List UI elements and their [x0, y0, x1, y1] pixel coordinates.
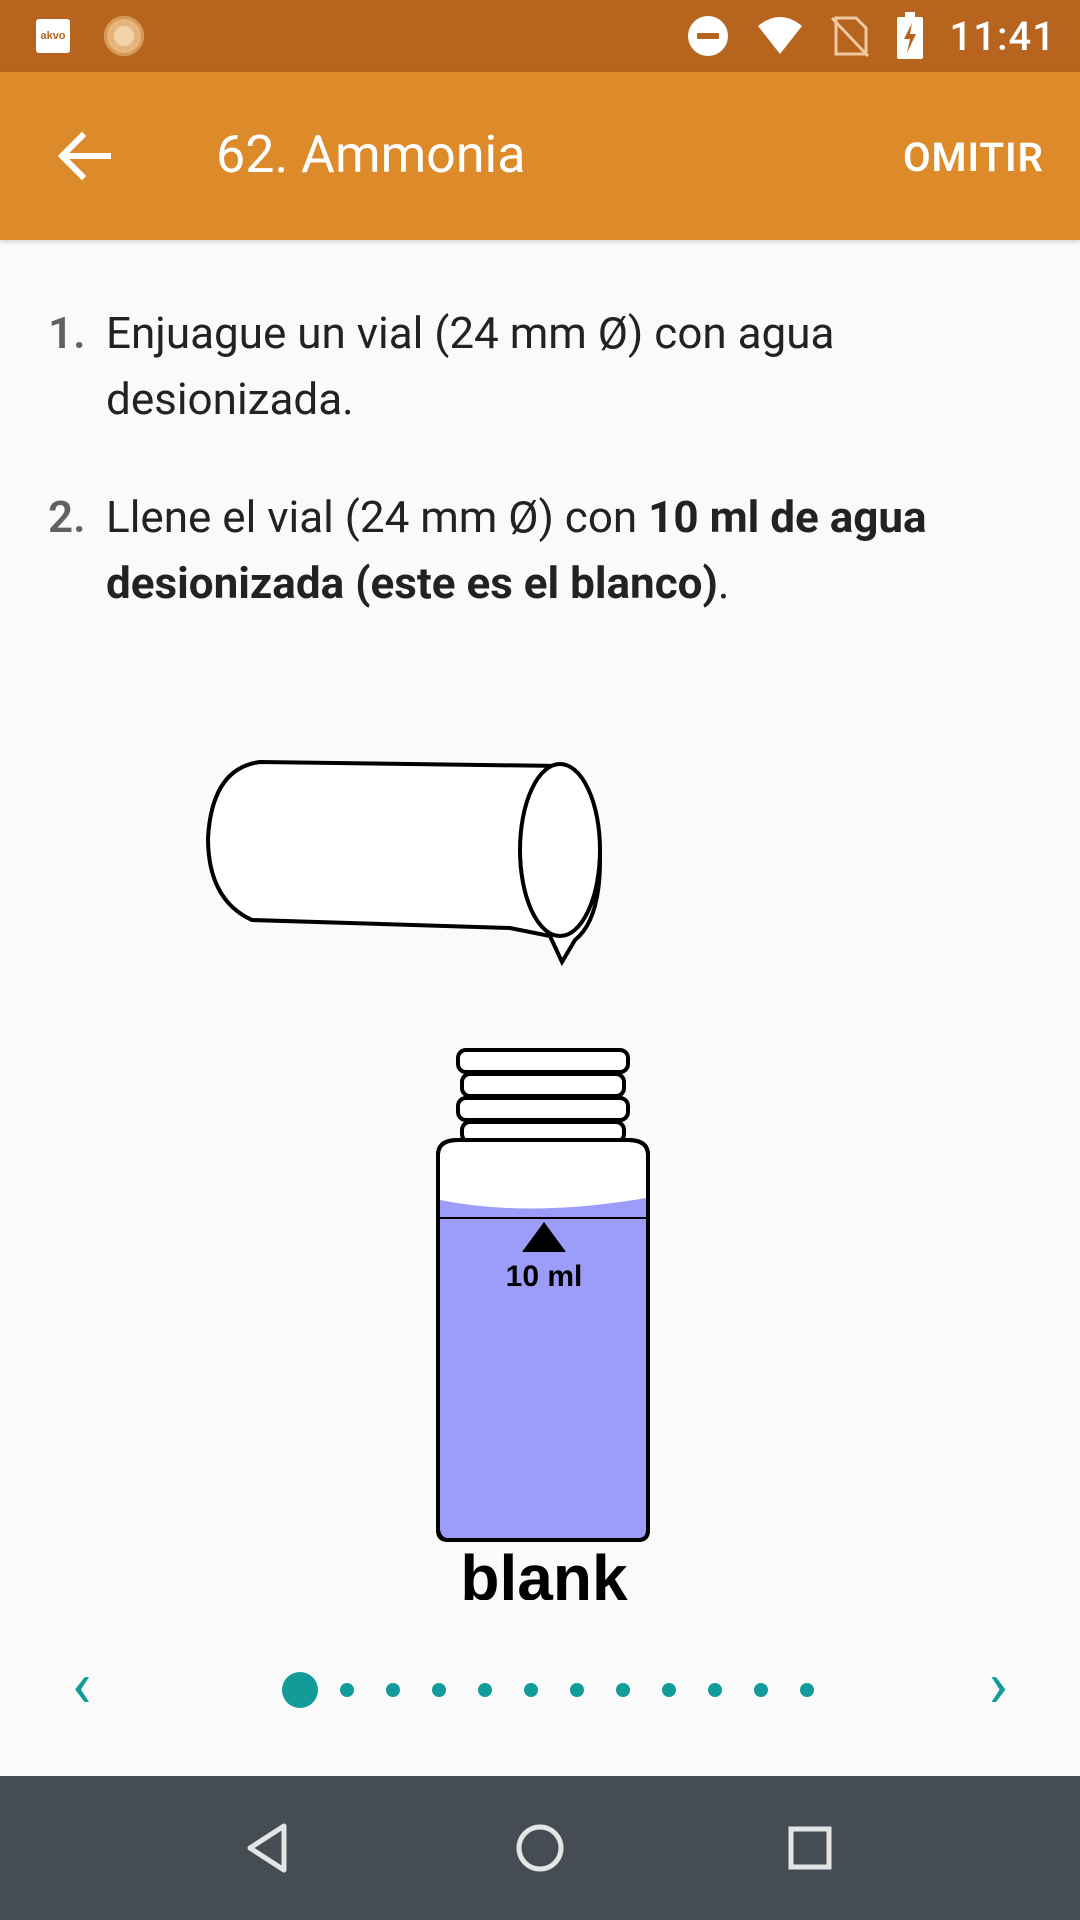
page-dot[interactable]: [800, 1683, 814, 1697]
page-indicator: ‹ ›: [0, 1650, 1080, 1730]
home-circle-icon[interactable]: [504, 1812, 576, 1884]
page-dot[interactable]: [570, 1683, 584, 1697]
skip-button[interactable]: OMITIR: [903, 134, 1044, 181]
page-dot[interactable]: [432, 1683, 446, 1697]
step-text: Enjuague un vial (24 mm Ø) con agua desi…: [106, 307, 835, 425]
page-dot[interactable]: [708, 1683, 722, 1697]
chevron-left-icon[interactable]: ‹: [72, 1654, 91, 1718]
page-dot[interactable]: [754, 1683, 768, 1697]
vial-illustration: [436, 1048, 650, 1542]
status-bar: akvo 11:41: [0, 0, 1080, 72]
step-item: 1. Enjuague un vial (24 mm Ø) con agua d…: [48, 300, 1028, 432]
chevron-right-icon[interactable]: ›: [989, 1654, 1008, 1718]
illustration-caption: blank: [460, 1542, 628, 1600]
sun-app-icon: [104, 16, 144, 56]
instructions-content: 1. Enjuague un vial (24 mm Ø) con agua d…: [0, 240, 1080, 1776]
page-dot[interactable]: [616, 1683, 630, 1697]
page-dot[interactable]: [340, 1683, 354, 1697]
wifi-icon: [757, 17, 802, 54]
akvo-app-icon: akvo: [36, 19, 70, 53]
page-title: 62. Ammonia: [216, 124, 526, 185]
step-item: 2. Llene el vial (24 mm Ø) con 10 ml de …: [48, 484, 1028, 616]
pouring-vial-illustration: 10 ml blank: [205, 759, 650, 1600]
back-triangle-icon[interactable]: [232, 1812, 304, 1884]
page-dot-active[interactable]: [282, 1672, 318, 1708]
arrow-left-icon[interactable]: [52, 124, 116, 188]
clock: 11:41: [949, 12, 1056, 60]
no-sim-icon: [830, 16, 869, 58]
do-not-disturb-icon: [687, 16, 728, 56]
beaker-illustration: [205, 759, 603, 967]
step-number: 1.: [48, 307, 86, 359]
page-dot[interactable]: [662, 1683, 676, 1697]
page-dot[interactable]: [386, 1683, 400, 1697]
step-text: Llene el vial (24 mm Ø) con 10 ml de agu…: [106, 491, 927, 609]
page-dots: [282, 1672, 846, 1708]
page-dot[interactable]: [478, 1683, 492, 1697]
app-bar: 62. Ammonia OMITIR: [0, 72, 1080, 240]
page-dot[interactable]: [524, 1683, 538, 1697]
recents-square-icon[interactable]: [774, 1812, 846, 1884]
battery-charging-icon: [896, 12, 923, 59]
volume-label: 10 ml: [506, 1260, 583, 1293]
step-number: 2.: [48, 491, 86, 543]
system-nav-bar: [0, 1776, 1080, 1920]
